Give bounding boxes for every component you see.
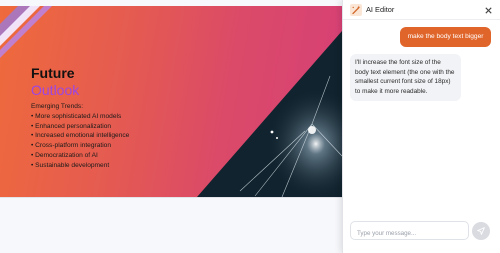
bullet-item: • Enhanced personalization	[31, 122, 112, 130]
message-input[interactable]	[351, 225, 468, 242]
slide-body-text[interactable]: Emerging Trends: • More sophisticated AI…	[31, 102, 129, 171]
panel-header: AI Editor	[343, 0, 500, 20]
bullet-item: • Sustainable development	[31, 161, 110, 169]
slide-title[interactable]: Future	[31, 65, 75, 81]
assistant-message: I'll increase the font size of the body …	[350, 54, 461, 101]
close-button[interactable]	[482, 4, 494, 16]
body-heading: Emerging Trends:	[31, 103, 84, 110]
close-icon	[484, 6, 492, 14]
user-message: make the body text bigger	[400, 27, 491, 47]
magic-wand-icon	[350, 4, 362, 16]
send-icon	[477, 227, 485, 235]
message-input-wrapper	[350, 221, 469, 242]
panel-title: AI Editor	[366, 5, 395, 14]
bullet-item: • Cross-platform integration	[31, 142, 111, 150]
slide-subtitle[interactable]: Outlook	[31, 82, 79, 98]
bullet-item: • Democratization of AI	[31, 151, 98, 159]
app-page: Future Outlook Emerging Trends: • More s…	[0, 0, 500, 253]
canvas-empty-area	[0, 197, 342, 253]
slide-canvas[interactable]: Future Outlook Emerging Trends: • More s…	[0, 6, 342, 197]
bullet-item: • More sophisticated AI models	[31, 112, 122, 120]
bullet-item: • Increased emotional intelligence	[31, 132, 130, 140]
ai-editor-panel: AI Editor make the body text bigger I'll…	[342, 0, 500, 253]
send-button[interactable]	[472, 222, 490, 240]
